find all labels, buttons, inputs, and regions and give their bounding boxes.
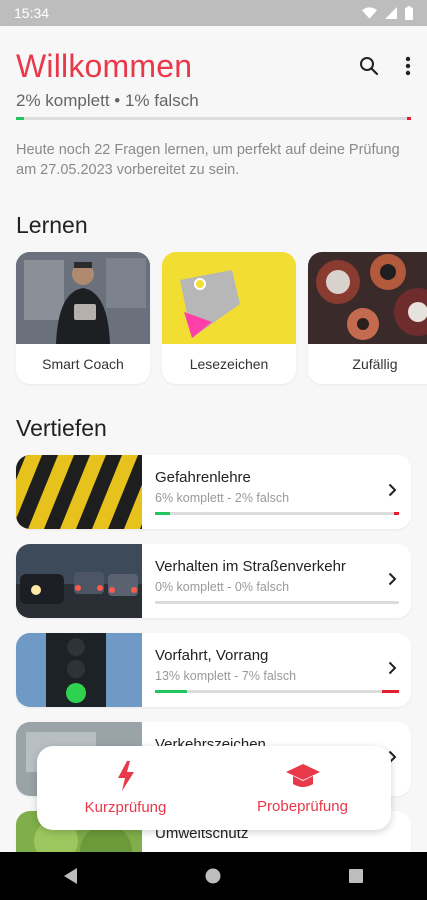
topic-progress-text: 6% komplett - 2% falsch xyxy=(155,491,290,505)
topic-name: Verhalten im Straßenverkehr xyxy=(155,558,346,575)
card-label: Zufällig xyxy=(352,356,398,372)
topic-progress-wrong xyxy=(381,690,399,693)
section-title-deepen: Vertiefen xyxy=(16,415,107,441)
topic-progress-wrong xyxy=(394,512,399,515)
more-options-icon[interactable] xyxy=(405,56,411,76)
card-label: Lesezeichen xyxy=(189,356,269,372)
status-icons xyxy=(362,6,413,20)
cellular-icon xyxy=(385,7,397,19)
overall-progress-wrong xyxy=(407,117,411,120)
header: Willkommen 2% komplett • 1% falsch xyxy=(16,48,411,120)
overall-progress-bar xyxy=(16,117,411,120)
graduation-cap-icon xyxy=(285,763,320,787)
topic-progress-text: 13% komplett - 7% falsch xyxy=(155,669,297,683)
topic-list: Gefahrenlehre 6% komplett - 2% falsch Ve… xyxy=(16,455,411,900)
battery-icon xyxy=(405,6,413,20)
topic-name: Vorfahrt, Vorrang xyxy=(155,647,269,664)
status-bar: 15:34 xyxy=(0,0,427,26)
topic-progress-bar xyxy=(155,690,399,693)
status-time: 15:34 xyxy=(14,5,50,21)
topic-progress-bar xyxy=(155,601,399,604)
quick-exam-button[interactable]: Kurzprüfung xyxy=(37,746,214,830)
page-title: Willkommen xyxy=(16,48,193,84)
mock-exam-label: Probeprüfung xyxy=(257,797,348,815)
traffic-light-image xyxy=(16,633,142,707)
topic-progress-complete xyxy=(155,690,187,693)
hazard-stripes-image xyxy=(16,455,142,529)
back-icon[interactable] xyxy=(63,868,78,884)
chevron-right-icon xyxy=(388,483,397,497)
chevron-right-icon xyxy=(388,572,397,586)
system-navigation-bar xyxy=(0,852,427,900)
chevron-right-icon xyxy=(388,661,397,675)
learn-cards: Smart Coach Lesezeichen Zufällig xyxy=(16,252,427,384)
search-icon[interactable] xyxy=(359,56,379,76)
overall-progress-text: 2% komplett • 1% falsch xyxy=(16,91,199,110)
wifi-icon xyxy=(362,7,377,19)
topic-name: Gefahrenlehre xyxy=(155,469,251,486)
header-actions xyxy=(359,56,411,76)
lightning-icon xyxy=(117,760,134,791)
topic-item-gefahrenlehre[interactable]: Gefahrenlehre 6% komplett - 2% falsch xyxy=(16,455,411,529)
card-smart-coach[interactable]: Smart Coach xyxy=(16,252,150,384)
bookmarks-image xyxy=(162,252,296,344)
topic-progress-text: 0% komplett - 0% falsch xyxy=(155,580,290,594)
card-label: Smart Coach xyxy=(42,356,124,372)
card-random[interactable]: Zufällig xyxy=(308,252,427,384)
topic-progress-complete xyxy=(155,512,170,515)
random-image xyxy=(308,252,427,344)
overall-progress-complete xyxy=(16,117,24,120)
daily-goal-info: Heute noch 22 Fragen lernen, um perfekt … xyxy=(16,142,400,178)
topic-item-verhalten[interactable]: Verhalten im Straßenverkehr 0% komplett … xyxy=(16,544,411,618)
recents-icon[interactable] xyxy=(349,869,364,883)
smart-coach-image xyxy=(16,252,150,344)
section-title-learn: Lernen xyxy=(16,212,88,238)
quick-exam-label: Kurzprüfung xyxy=(84,798,167,816)
traffic-image xyxy=(16,544,142,618)
home-icon[interactable] xyxy=(205,868,221,884)
topic-progress-bar xyxy=(155,512,399,515)
topic-item-vorfahrt[interactable]: Vorfahrt, Vorrang 13% komplett - 7% fals… xyxy=(16,633,411,707)
card-bookmarks[interactable]: Lesezeichen xyxy=(162,252,296,384)
mock-exam-button[interactable]: Probeprüfung xyxy=(214,746,391,830)
bottom-action-bar: Kurzprüfung Probeprüfung xyxy=(37,746,391,830)
